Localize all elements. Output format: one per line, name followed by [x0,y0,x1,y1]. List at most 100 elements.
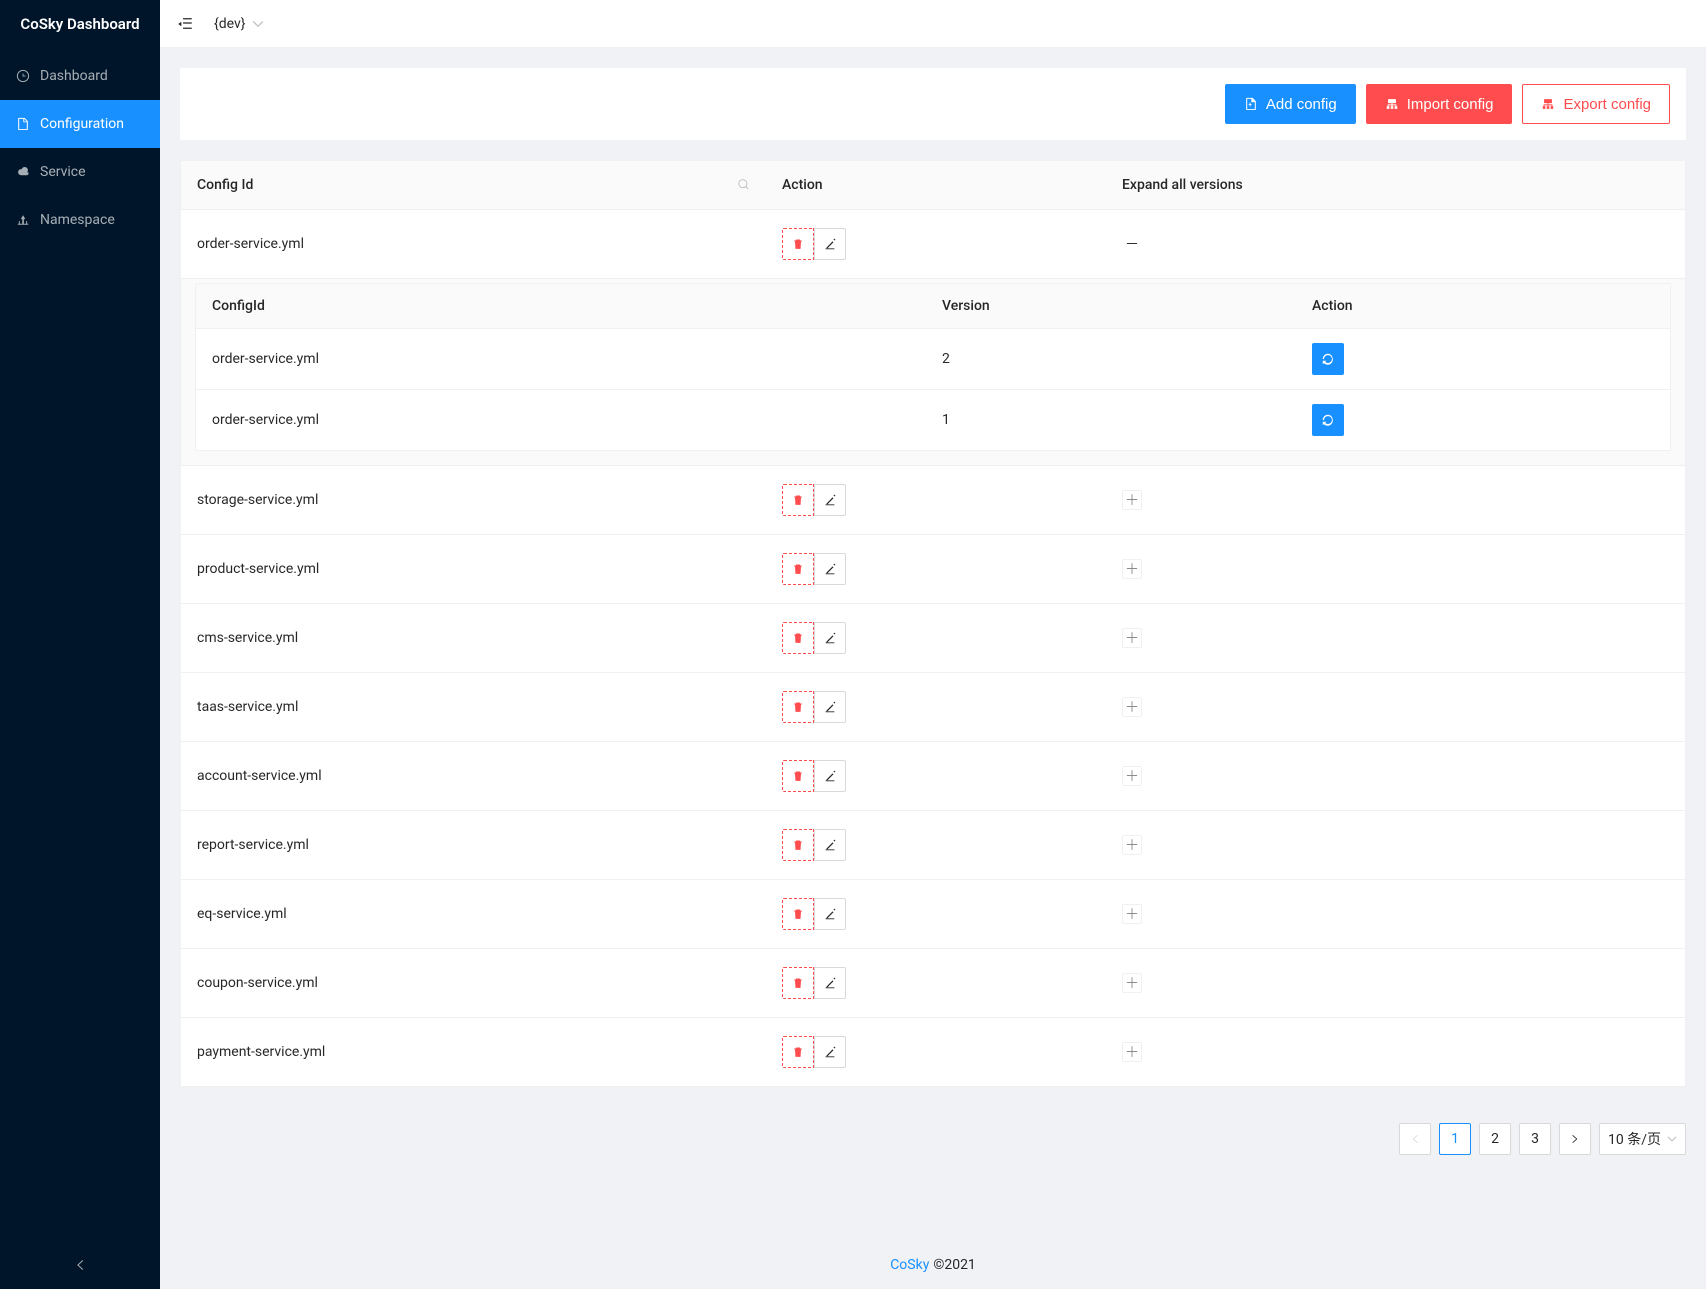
cell-expand: ＋ [1106,949,1685,1018]
sidebar-collapse-toggle[interactable] [0,1241,160,1289]
deploy-icon [16,213,30,227]
edit-button[interactable] [814,553,846,585]
cell-config-id: product-service.yml [181,535,766,604]
cell-expand: ＋ [1106,466,1685,535]
expand-row-button[interactable]: ＋ [1122,628,1142,648]
cell-config-id: payment-service.yml [181,1018,766,1087]
cell-action [766,210,1106,279]
brand-title: CoSky Dashboard [0,0,160,48]
cell-action [766,811,1106,880]
cell-action [766,466,1106,535]
page-2-button[interactable]: 2 [1479,1123,1511,1155]
nested-col-action: Action [1296,284,1670,329]
import-config-label: Import config [1407,96,1494,113]
expand-row-button[interactable]: ＋ [1122,1042,1142,1062]
expand-row-button[interactable]: ＋ [1122,904,1142,924]
delete-button[interactable] [782,760,814,792]
cell-action [766,673,1106,742]
cell-config-id: cms-service.yml [181,604,766,673]
import-icon [1385,97,1399,111]
page-3-button[interactable]: 3 [1519,1123,1551,1155]
sidebar-item-service[interactable]: Service [0,148,160,196]
edit-button[interactable] [814,829,846,861]
cell-action [766,535,1106,604]
delete-button[interactable] [782,622,814,654]
cell-expand: ＋ [1106,673,1685,742]
delete-button[interactable] [782,691,814,723]
export-config-button[interactable]: Export config [1522,84,1670,124]
col-expand: Expand all versions [1106,161,1685,210]
edit-button[interactable] [814,228,846,260]
edit-button[interactable] [814,1036,846,1068]
chevron-left-icon [1410,1134,1420,1144]
version-row: order-service.yml1 [196,390,1670,451]
edit-button[interactable] [814,967,846,999]
search-icon[interactable] [736,177,750,191]
chevron-down-icon [252,18,264,30]
expand-row-button[interactable]: ＋ [1122,973,1142,993]
cell-nested-action [1296,329,1670,390]
delete-button[interactable] [782,484,814,516]
edit-button[interactable] [814,622,846,654]
footer: CoSky ©2021 [160,1241,1706,1289]
cell-expand: ＋ [1106,880,1685,949]
cell-nested-config-id: order-service.yml [196,390,926,451]
footer-link[interactable]: CoSky [890,1257,929,1273]
version-row: order-service.yml2 [196,329,1670,390]
expand-row-button[interactable]: ＋ [1122,766,1142,786]
add-config-button[interactable]: Add config [1225,84,1356,124]
collapse-row-button[interactable]: － [1122,234,1142,254]
export-config-label: Export config [1563,96,1651,113]
expand-row-button[interactable]: ＋ [1122,490,1142,510]
edit-button[interactable] [814,691,846,723]
delete-button[interactable] [782,967,814,999]
table-row: coupon-service.yml＋ [181,949,1685,1018]
cell-config-id: eq-service.yml [181,880,766,949]
import-config-button[interactable]: Import config [1366,84,1513,124]
sidebar-item-label: Service [40,164,86,180]
menu-fold-icon[interactable] [176,15,194,33]
expand-row-button[interactable]: ＋ [1122,559,1142,579]
edit-button[interactable] [814,760,846,792]
expand-row-button[interactable]: ＋ [1122,835,1142,855]
cell-config-id: storage-service.yml [181,466,766,535]
delete-button[interactable] [782,898,814,930]
page-next-button[interactable] [1559,1123,1591,1155]
delete-button[interactable] [782,1036,814,1068]
dashboard-icon [16,69,30,83]
nested-col-config-id: ConfigId [196,284,926,329]
expand-row-button[interactable]: ＋ [1122,697,1142,717]
pagination: 123 10 条/页 [160,1107,1706,1181]
toolbar: Add config Import config Export config [180,68,1686,140]
sidebar-item-dashboard[interactable]: Dashboard [0,52,160,100]
file-add-icon [1244,97,1258,111]
page-prev-button[interactable] [1399,1123,1431,1155]
edit-button[interactable] [814,484,846,516]
top-header: {dev} [160,0,1706,48]
page-size-select[interactable]: 10 条/页 [1599,1123,1686,1155]
page-size-label: 10 条/页 [1608,1129,1661,1149]
file-icon [16,117,30,131]
cell-expand: ＋ [1106,742,1685,811]
sidebar-item-namespace[interactable]: Namespace [0,196,160,244]
table-row: account-service.yml＋ [181,742,1685,811]
footer-copyright: ©2021 [933,1257,975,1273]
sidebar-item-configuration[interactable]: Configuration [0,100,160,148]
page-1-button[interactable]: 1 [1439,1123,1471,1155]
cell-config-id: report-service.yml [181,811,766,880]
namespace-select[interactable]: {dev} [214,16,264,32]
table-row: eq-service.yml ＋ [181,880,1685,949]
add-config-label: Add config [1266,96,1337,113]
delete-button[interactable] [782,228,814,260]
delete-button[interactable] [782,829,814,861]
cell-action [766,742,1106,811]
sidebar-item-label: Namespace [40,212,115,228]
chevron-right-icon [1570,1134,1580,1144]
sidebar-menu: Dashboard Configuration Service Namespac… [0,48,160,244]
table-row: product-service.yml ＋ [181,535,1685,604]
chevron-down-icon [1667,1134,1677,1144]
delete-button[interactable] [782,553,814,585]
edit-button[interactable] [814,898,846,930]
rollback-button[interactable] [1312,343,1344,375]
rollback-button[interactable] [1312,404,1344,436]
